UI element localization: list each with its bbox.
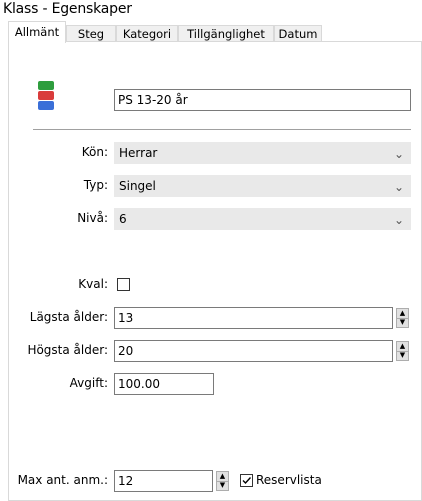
tab-general[interactable]: Allmänt	[8, 21, 66, 43]
max-age-stepper[interactable]: ▲ ▼	[396, 341, 409, 361]
min-age-label: Lägsta ålder:	[29, 310, 108, 324]
chevron-down-icon: ⌄	[393, 213, 404, 227]
qualification-label: Kval:	[78, 277, 108, 291]
arrow-down-icon[interactable]: ▼	[397, 351, 408, 360]
arrow-down-icon[interactable]: ▼	[217, 481, 228, 490]
max-age-input[interactable]: 20	[114, 340, 393, 362]
chevron-down-icon: ⌄	[393, 147, 404, 161]
fee-input[interactable]: 100.00	[114, 373, 214, 395]
max-age-label: Högsta ålder:	[27, 343, 108, 357]
fee-label: Avgift:	[69, 376, 108, 390]
arrow-down-icon[interactable]: ▼	[397, 318, 408, 327]
level-value: 6	[119, 212, 127, 226]
type-select[interactable]: Singel ⌄	[114, 175, 411, 197]
window-title: Klass - Egenskaper	[3, 1, 132, 17]
max-entries-label: Max ant. anm.:	[17, 473, 108, 487]
max-entries-input[interactable]: 12	[114, 470, 213, 492]
tab-availability[interactable]: Tillgänglighet	[178, 25, 274, 41]
max-entries-stepper[interactable]: ▲ ▼	[216, 471, 229, 491]
class-icon	[38, 81, 54, 110]
qualification-checkbox[interactable]	[117, 278, 130, 291]
gender-label: Kön:	[81, 145, 108, 159]
tab-date[interactable]: Datum	[274, 25, 322, 41]
gender-value: Herrar	[119, 146, 158, 160]
type-value: Singel	[119, 179, 156, 193]
level-select[interactable]: 6 ⌄	[114, 208, 411, 230]
type-label: Typ:	[83, 178, 108, 192]
min-age-input[interactable]: 13	[114, 307, 393, 329]
min-age-stepper[interactable]: ▲ ▼	[396, 308, 409, 328]
class-name-input[interactable]: PS 13-20 år	[114, 89, 411, 111]
chevron-down-icon: ⌄	[393, 180, 404, 194]
reserve-list-label: Reservlista	[256, 473, 322, 487]
tab-category[interactable]: Kategori	[116, 25, 178, 41]
checkmark-icon	[242, 477, 252, 485]
reserve-list-checkbox[interactable]	[240, 474, 253, 487]
tab-steps[interactable]: Steg	[66, 25, 116, 41]
gender-select[interactable]: Herrar ⌄	[114, 142, 411, 164]
level-label: Nivå:	[77, 211, 108, 225]
